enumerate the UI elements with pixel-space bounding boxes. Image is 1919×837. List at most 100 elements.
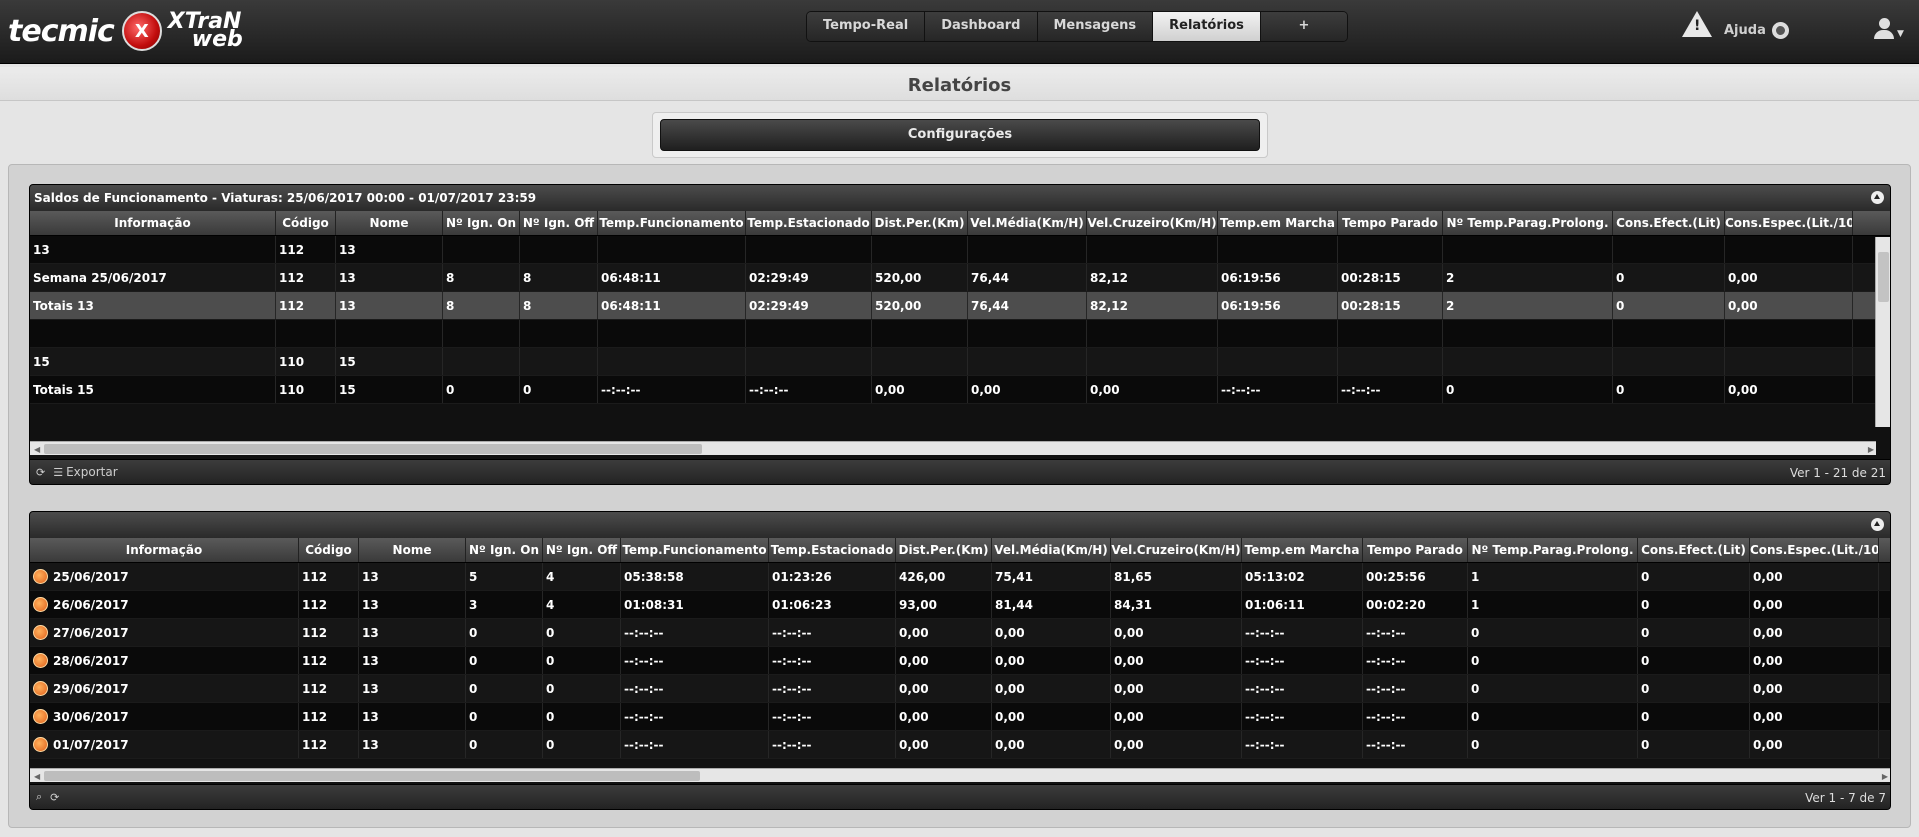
table-cell: 0 xyxy=(543,619,621,646)
export-label[interactable]: Exportar xyxy=(66,465,118,479)
table-cell: 0 xyxy=(466,703,543,730)
column-header[interactable]: Informação xyxy=(30,211,276,235)
nav-tempo-real[interactable]: Tempo-Real xyxy=(807,12,926,41)
table-row[interactable]: 28/06/2017 112 13 0 0 --:--:-- --:--:-- 0,00 0,0… xyxy=(30,647,1890,675)
table-row[interactable]: 25/06/2017 112 13 5 4 05:38:58 01:23:26 426,00 7… xyxy=(30,563,1890,591)
column-header[interactable]: Nº Ign. On xyxy=(443,211,520,235)
detail-horizontal-thumb[interactable] xyxy=(44,771,700,781)
column-header[interactable]: Nº Temp.Parag.Prolong. xyxy=(1443,211,1613,235)
nav-more[interactable]: + xyxy=(1260,12,1347,41)
table-cell: 0,00 xyxy=(872,376,968,403)
nav-relatorios[interactable]: Relatórios xyxy=(1153,12,1261,41)
summary-horizontal-scrollbar[interactable]: ◀ ▶ xyxy=(30,441,1876,455)
column-header[interactable]: Vel.Média(Km/H) xyxy=(992,538,1111,562)
table-cell: 0 xyxy=(1468,731,1638,758)
scroll-right-icon[interactable]: ▶ xyxy=(1882,772,1888,781)
table-row[interactable]: Semana 25/06/2017 112 13 8 8 06:48:11 02:29:49… xyxy=(30,264,1890,292)
table-cell: 0 xyxy=(1638,675,1750,702)
column-header[interactable]: Temp.Funcionamento xyxy=(598,211,746,235)
table-cell: 5 xyxy=(466,563,543,590)
summary-vertical-thumb[interactable] xyxy=(1878,252,1889,302)
column-header[interactable]: Cons.Efect.(Lit) xyxy=(1638,538,1750,562)
scroll-left-icon[interactable]: ◀ xyxy=(34,445,40,454)
column-header[interactable]: Nº Ign. Off xyxy=(543,538,621,562)
column-header[interactable]: Informação xyxy=(30,538,299,562)
row-status-icon[interactable] xyxy=(33,653,48,668)
row-status-icon[interactable] xyxy=(33,625,48,640)
refresh-icon[interactable]: ⟳ xyxy=(36,466,45,479)
column-header[interactable]: Temp.em Marcha xyxy=(1242,538,1363,562)
column-header[interactable]: Nº Ign. On xyxy=(466,538,543,562)
table-row[interactable]: 26/06/2017 112 13 3 4 01:08:31 01:06:23 93,00 81… xyxy=(30,591,1890,619)
summary-vertical-scrollbar[interactable] xyxy=(1875,237,1890,427)
column-header[interactable]: Nº Ign. Off xyxy=(520,211,598,235)
user-menu[interactable]: ▼ xyxy=(1874,18,1904,39)
column-header[interactable]: Vel.Cruzeiro(Km/H) xyxy=(1111,538,1242,562)
table-row[interactable]: 13 112 13 xyxy=(30,236,1890,264)
row-status-icon[interactable] xyxy=(33,569,48,584)
table-cell xyxy=(30,320,276,347)
table-cell: 01:23:26 xyxy=(769,563,896,590)
column-header[interactable]: Vel.Cruzeiro(Km/H) xyxy=(1087,211,1218,235)
column-header[interactable]: Tempo Parado xyxy=(1363,538,1468,562)
configuracoes-button[interactable]: Configurações xyxy=(660,119,1260,151)
collapse-icon[interactable] xyxy=(1871,191,1884,204)
column-header[interactable]: Temp.Estacionado xyxy=(746,211,872,235)
table-cell xyxy=(520,320,598,347)
column-header[interactable]: Dist.Per.(Km) xyxy=(896,538,992,562)
table-cell: 93,00 xyxy=(896,591,992,618)
table-cell: --:--:-- xyxy=(1242,731,1363,758)
table-cell: 112 xyxy=(299,563,359,590)
table-cell: 8 xyxy=(520,264,598,291)
table-row[interactable] xyxy=(30,320,1890,348)
row-status-icon[interactable] xyxy=(33,709,48,724)
table-row[interactable]: 27/06/2017 112 13 0 0 --:--:-- --:--:-- 0,00 0,0… xyxy=(30,619,1890,647)
column-header[interactable]: Código xyxy=(276,211,336,235)
table-row[interactable]: Totais 13 112 13 8 8 06:48:11 02:29:49 520,00 76… xyxy=(30,292,1890,320)
summary-horizontal-thumb[interactable] xyxy=(44,444,702,454)
row-status-icon[interactable] xyxy=(33,737,48,752)
table-row[interactable]: 29/06/2017 112 13 0 0 --:--:-- --:--:-- 0,00 0,0… xyxy=(30,675,1890,703)
column-header[interactable]: Temp.em Marcha xyxy=(1218,211,1338,235)
panel-summary-header: Saldos de Funcionamento - Viaturas: 25/0… xyxy=(30,185,1890,211)
search-icon[interactable]: ⌕ xyxy=(36,790,42,804)
column-header[interactable]: Tempo Parado xyxy=(1338,211,1443,235)
refresh-icon[interactable]: ⟳ xyxy=(50,791,59,804)
column-header[interactable]: Nº Temp.Parag.Prolong. xyxy=(1468,538,1638,562)
scroll-right-icon[interactable]: ▶ xyxy=(1868,445,1874,454)
table-cell-text: 01/07/2017 xyxy=(53,738,129,752)
export-icon[interactable]: ☰ xyxy=(53,466,63,479)
column-header[interactable]: Cons.Espec.(Lit./100 K xyxy=(1750,538,1879,562)
nav-mensagens[interactable]: Mensagens xyxy=(1037,12,1154,41)
table-cell: 13 xyxy=(359,619,466,646)
nav-dashboard[interactable]: Dashboard xyxy=(925,12,1038,41)
column-header[interactable]: Cons.Espec.(Lit./100 Km) xyxy=(1725,211,1853,235)
table-row[interactable]: 01/07/2017 112 13 0 0 --:--:-- --:--:-- 0,00 0,0… xyxy=(30,731,1890,759)
column-header[interactable]: Temp.Funcionamento xyxy=(621,538,769,562)
column-header[interactable]: Temp.Estacionado xyxy=(769,538,896,562)
row-status-icon[interactable] xyxy=(33,597,48,612)
column-header[interactable]: Cons.Efect.(Lit) xyxy=(1613,211,1725,235)
table-row[interactable]: Totais 15 110 15 0 0 --:--:-- --:--:-- 0,00 0,00… xyxy=(30,376,1890,404)
column-header[interactable]: Vel.Média(Km/H) xyxy=(968,211,1087,235)
column-header[interactable]: Código xyxy=(299,538,359,562)
table-row[interactable]: 30/06/2017 112 13 0 0 --:--:-- --:--:-- 0,00 0,0… xyxy=(30,703,1890,731)
scroll-left-icon[interactable]: ◀ xyxy=(34,772,40,781)
logo-badge-icon: X xyxy=(121,11,162,51)
column-header[interactable]: Nome xyxy=(359,538,466,562)
table-row[interactable]: 15 110 15 xyxy=(30,348,1890,376)
table-cell xyxy=(968,320,1087,347)
column-header[interactable]: Nome xyxy=(336,211,443,235)
table-cell: 0,00 xyxy=(1111,731,1242,758)
detail-horizontal-scrollbar[interactable]: ◀ ▶ xyxy=(30,768,1890,782)
table-cell: --:--:-- xyxy=(1363,647,1468,674)
row-status-icon[interactable] xyxy=(33,681,48,696)
alert-icon[interactable]: ! xyxy=(1682,11,1712,37)
table-cell: 13 xyxy=(359,675,466,702)
app-logo[interactable]: tecmic X XTraN web xyxy=(8,6,243,56)
table-cell: 0,00 xyxy=(896,675,992,702)
help-link[interactable]: Ajuda xyxy=(1724,22,1789,39)
column-header[interactable]: Dist.Per.(Km) xyxy=(872,211,968,235)
table-cell xyxy=(1338,320,1443,347)
collapse-icon[interactable] xyxy=(1871,518,1884,531)
